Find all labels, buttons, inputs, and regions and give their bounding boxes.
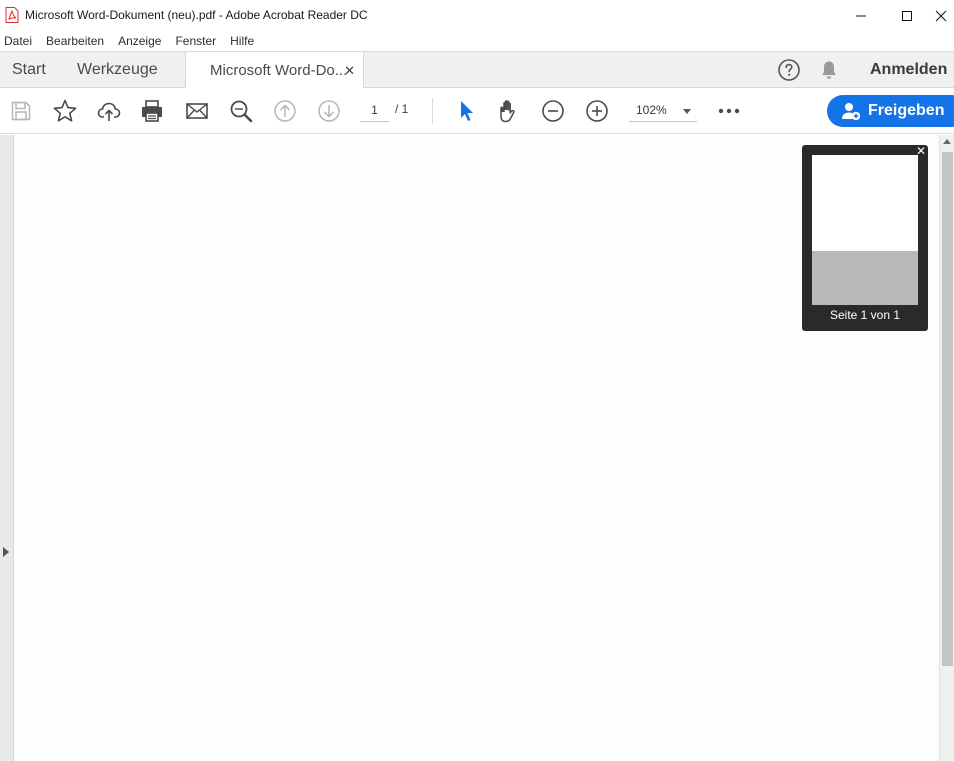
menu-bar: Datei Bearbeiten Anzeige Fenster Hilfe bbox=[0, 31, 954, 51]
envelope-icon bbox=[186, 103, 208, 119]
plus-circle-icon bbox=[586, 100, 608, 122]
cursor-arrow-icon bbox=[461, 101, 473, 121]
minus-circle-icon bbox=[542, 100, 564, 122]
title-bar: Microsoft Word-Dokument (neu).pdf - Adob… bbox=[0, 0, 954, 31]
page-thumbnail-popover: ✕ Seite 1 von 1 bbox=[802, 145, 928, 331]
tab-close-icon[interactable]: ✕ bbox=[344, 63, 355, 79]
zoom-out-button[interactable] bbox=[540, 98, 566, 124]
document-view[interactable] bbox=[15, 135, 939, 761]
page-number-input[interactable]: 1 bbox=[360, 100, 389, 122]
arrow-down-circle-icon bbox=[318, 100, 340, 122]
chevron-down-icon bbox=[683, 109, 691, 114]
share-button-label: Freigeben bbox=[868, 102, 945, 119]
menu-bearbeiten[interactable]: Bearbeiten bbox=[46, 34, 104, 48]
zoom-value: 102% bbox=[636, 103, 667, 117]
toolbar-divider bbox=[432, 98, 433, 124]
find-button[interactable] bbox=[228, 98, 254, 124]
close-icon bbox=[935, 10, 947, 21]
search-zoom-icon bbox=[230, 100, 253, 123]
window-title: Microsoft Word-Dokument (neu).pdf - Adob… bbox=[25, 8, 368, 22]
zoom-in-button[interactable] bbox=[584, 98, 610, 124]
menu-fenster[interactable]: Fenster bbox=[175, 34, 216, 48]
share-button[interactable]: Freigeben bbox=[827, 95, 954, 127]
expand-right-icon bbox=[3, 547, 9, 557]
minimize-button[interactable] bbox=[838, 0, 884, 31]
tab-start[interactable]: Start bbox=[12, 52, 46, 88]
next-page-button bbox=[316, 98, 342, 124]
signin-link[interactable]: Anmelden bbox=[870, 61, 947, 79]
scroll-up-icon[interactable] bbox=[943, 139, 951, 144]
upload-cloud-button[interactable] bbox=[96, 98, 122, 124]
page-total: / 1 bbox=[395, 102, 409, 116]
bookmark-star-button[interactable] bbox=[52, 98, 78, 124]
star-icon bbox=[53, 99, 77, 122]
tab-bar: Start Werkzeuge Microsoft Word-Do... ✕ A… bbox=[0, 51, 954, 89]
select-tool-button[interactable] bbox=[452, 98, 478, 124]
hand-icon bbox=[500, 100, 515, 123]
more-tools-button[interactable] bbox=[716, 98, 742, 124]
arrow-up-circle-icon bbox=[274, 100, 296, 122]
save-icon bbox=[11, 101, 31, 121]
previous-page-button bbox=[272, 98, 298, 124]
minimize-icon bbox=[856, 15, 866, 16]
page-thumbnail[interactable] bbox=[812, 155, 918, 305]
menu-hilfe[interactable]: Hilfe bbox=[230, 34, 254, 48]
maximize-button[interactable] bbox=[884, 0, 930, 31]
zoom-dropdown[interactable]: 102% bbox=[629, 100, 697, 122]
visible-region[interactable] bbox=[812, 155, 918, 251]
scroll-thumb[interactable] bbox=[942, 152, 953, 666]
tab-document-label: Microsoft Word-Do... bbox=[210, 62, 348, 79]
hand-tool-button[interactable] bbox=[496, 98, 522, 124]
email-button[interactable] bbox=[184, 98, 210, 124]
cloud-upload-icon bbox=[97, 102, 121, 121]
notification-bell-icon[interactable] bbox=[818, 59, 840, 81]
maximize-icon bbox=[902, 10, 912, 21]
add-user-icon bbox=[842, 103, 861, 121]
tab-document[interactable]: Microsoft Word-Do... ✕ bbox=[185, 52, 364, 89]
left-panel-toggle[interactable] bbox=[0, 135, 14, 761]
more-dots-icon bbox=[718, 108, 740, 114]
print-button[interactable] bbox=[139, 98, 165, 124]
tab-tools[interactable]: Werkzeuge bbox=[77, 52, 158, 88]
page-indicator: Seite 1 von 1 bbox=[829, 308, 901, 322]
pdf-file-icon bbox=[5, 7, 19, 23]
help-icon[interactable] bbox=[777, 58, 801, 82]
vertical-scrollbar[interactable] bbox=[939, 135, 954, 761]
menu-datei[interactable]: Datei bbox=[4, 34, 32, 48]
toolbar: 1 / 1 102% Freigeben bbox=[0, 88, 954, 134]
save-button bbox=[8, 98, 34, 124]
printer-icon bbox=[142, 100, 162, 122]
menu-anzeige[interactable]: Anzeige bbox=[118, 34, 161, 48]
close-window-button[interactable] bbox=[928, 0, 954, 31]
